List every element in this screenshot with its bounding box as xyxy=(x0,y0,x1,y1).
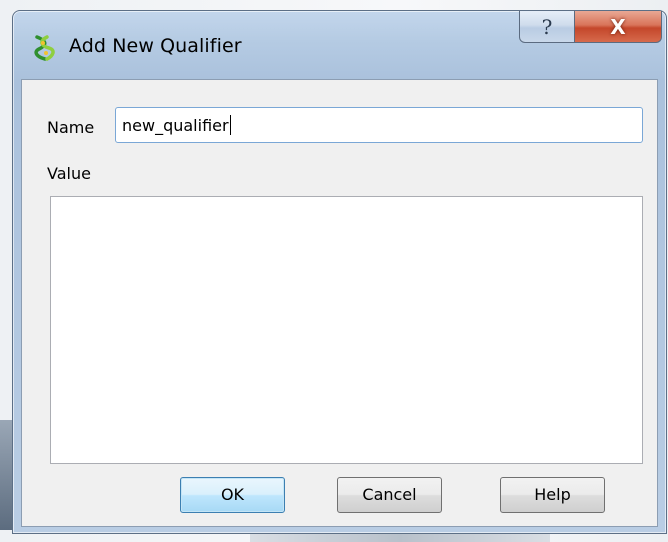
close-button[interactable]: X xyxy=(574,11,662,43)
helix-app-icon xyxy=(33,35,59,61)
value-textarea[interactable] xyxy=(50,196,643,464)
ok-button[interactable]: OK xyxy=(180,477,285,513)
add-qualifier-dialog: Add New Qualifier ? X Name new_qualifier… xyxy=(12,10,667,534)
text-caret xyxy=(229,115,231,135)
help-button[interactable]: Help xyxy=(500,477,605,513)
name-input[interactable]: new_qualifier xyxy=(115,107,643,143)
value-label: Value xyxy=(47,164,91,183)
help-caption-button[interactable]: ? xyxy=(519,11,575,43)
title-bar[interactable]: Add New Qualifier ? X xyxy=(13,11,666,79)
close-icon: X xyxy=(610,14,626,39)
background-taskbar-edge xyxy=(250,533,550,542)
cancel-button[interactable]: Cancel xyxy=(337,477,442,513)
window-title: Add New Qualifier xyxy=(69,35,242,57)
name-label: Name xyxy=(47,118,95,137)
name-input-value: new_qualifier xyxy=(122,115,229,135)
question-mark-icon: ? xyxy=(541,14,553,39)
dialog-body: Name new_qualifier Value OK Cancel Help xyxy=(21,79,658,527)
